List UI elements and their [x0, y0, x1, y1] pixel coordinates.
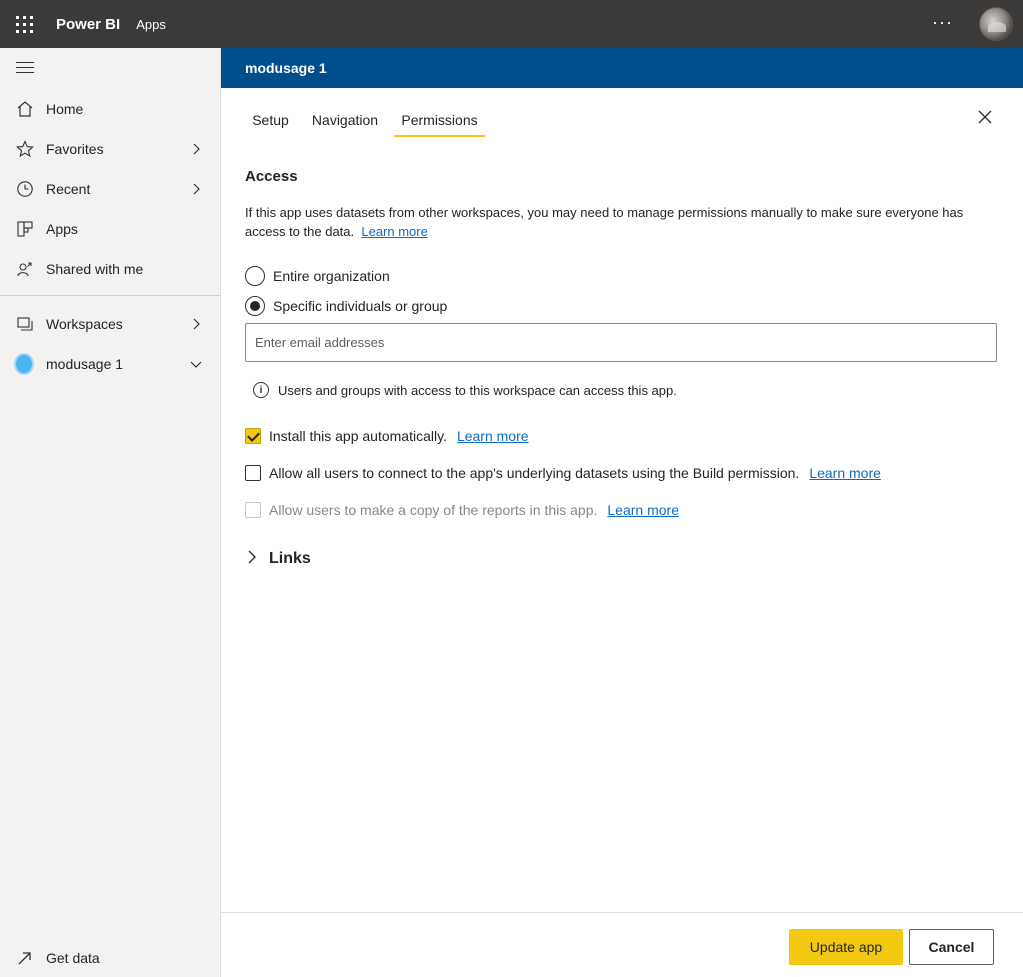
app-header-bar: modusage 1 [221, 48, 1023, 88]
shared-icon [15, 259, 35, 279]
cancel-button[interactable]: Cancel [909, 929, 994, 965]
radio-circle[interactable] [245, 266, 265, 286]
arrow-up-right-icon [15, 948, 35, 968]
checkbox-label[interactable]: Install this app automatically. [269, 428, 447, 444]
avatar[interactable] [979, 7, 1013, 41]
apps-icon [15, 219, 35, 239]
chevron-right-icon[interactable] [188, 141, 204, 157]
check-copy-reports: Allow users to make a copy of the report… [245, 500, 679, 520]
info-message: i Users and groups with access to this w… [253, 382, 677, 398]
top-bar: Power BI Apps ··· [0, 0, 1023, 48]
access-description: If this app uses datasets from other wor… [245, 203, 995, 241]
nav-item-label: Shared with me [46, 261, 144, 277]
tab-label: Setup [252, 112, 289, 128]
nav-item-label: Get data [46, 950, 100, 966]
checkbox[interactable] [245, 502, 261, 518]
left-nav: Home Favorites Recent Apps Shared with m… [0, 48, 221, 977]
nav-item-modusage-1[interactable]: modusage 1 [0, 344, 220, 384]
chevron-right-icon[interactable] [188, 181, 204, 197]
checkbox[interactable] [245, 428, 261, 444]
access-title: Access [245, 168, 298, 185]
tab-label: Navigation [311, 112, 379, 128]
learn-more-link[interactable]: Learn more [809, 465, 881, 481]
radio-label: Specific individuals or group [273, 298, 448, 314]
app-launcher-button[interactable] [0, 0, 48, 48]
workspace-icon [14, 353, 34, 375]
nav-item-get-data[interactable]: Get data [0, 938, 220, 977]
chevron-down-icon[interactable] [188, 356, 204, 372]
radio-circle[interactable] [245, 296, 265, 316]
checkbox[interactable] [245, 465, 261, 481]
nav-item-home[interactable]: Home [0, 89, 220, 129]
chevron-right-icon [245, 549, 259, 568]
nav-item-recent[interactable]: Recent [0, 169, 220, 209]
check-install-automatically: Install this app automatically. Learn mo… [245, 426, 529, 446]
chevron-right-icon[interactable] [188, 316, 204, 332]
info-icon: i [253, 382, 269, 398]
nav-item-label: Favorites [46, 141, 104, 157]
nav-item-label: modusage 1 [46, 356, 124, 372]
checkbox-label[interactable]: Allow all users to connect to the app's … [269, 465, 799, 481]
nav-divider [0, 295, 220, 296]
email-input[interactable] [245, 323, 997, 362]
nav-item-label: Workspaces [46, 316, 123, 332]
close-icon[interactable] [975, 107, 995, 127]
clock-icon [15, 179, 35, 199]
app-title: modusage 1 [245, 60, 327, 76]
update-app-button[interactable]: Update app [789, 929, 903, 965]
learn-more-link[interactable]: Learn more [361, 224, 427, 239]
radio-label: Entire organization [273, 268, 390, 284]
nav-item-label: Recent [46, 181, 91, 197]
description-text: If this app uses datasets from other wor… [245, 205, 964, 239]
nav-item-workspaces[interactable]: Workspaces [0, 304, 220, 344]
tab-navigation[interactable]: Navigation [305, 104, 385, 136]
tab-setup[interactable]: Setup [245, 104, 296, 136]
nav-item-favorites[interactable]: Favorites [0, 129, 220, 169]
breadcrumb[interactable]: Apps [136, 17, 166, 32]
star-icon [15, 139, 35, 159]
learn-more-link[interactable]: Learn more [607, 502, 679, 518]
workspaces-icon [15, 314, 35, 334]
links-section-toggle[interactable]: Links [245, 549, 311, 568]
links-section-title: Links [269, 549, 311, 567]
more-options-icon[interactable]: ··· [932, 12, 953, 33]
home-icon [15, 99, 35, 119]
tab-label: Permissions [401, 112, 478, 128]
check-build-permission: Allow all users to connect to the app's … [245, 463, 881, 483]
nav-item-label: Apps [46, 221, 78, 237]
hamburger-icon[interactable] [16, 62, 34, 76]
checkbox-label: Allow users to make a copy of the report… [269, 502, 598, 518]
tab-permissions[interactable]: Permissions [394, 104, 485, 137]
radio-entire-organization[interactable]: Entire organization [245, 265, 390, 287]
nav-item-shared-with-me[interactable]: Shared with me [0, 249, 220, 289]
waffle-icon [15, 15, 33, 33]
footer-divider [221, 912, 1023, 913]
info-text: Users and groups with access to this wor… [278, 382, 677, 398]
brand-name[interactable]: Power BI [56, 16, 120, 33]
nav-item-apps[interactable]: Apps [0, 209, 220, 249]
radio-specific-individuals[interactable]: Specific individuals or group [245, 295, 447, 317]
learn-more-link[interactable]: Learn more [457, 428, 529, 444]
nav-item-label: Home [46, 101, 84, 117]
